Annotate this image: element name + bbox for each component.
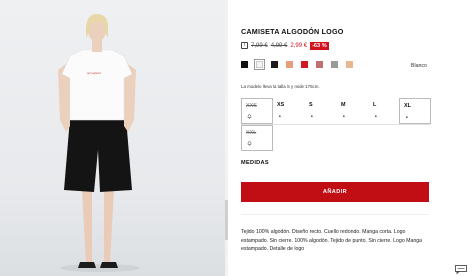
scrollbar-thumb[interactable] bbox=[225, 200, 228, 240]
color-swatch-peach-pattern[interactable] bbox=[346, 61, 353, 68]
selected-color-name: Blanco bbox=[411, 63, 427, 69]
svg-text:springfield: springfield bbox=[87, 71, 101, 75]
size-label: XL bbox=[404, 103, 411, 109]
add-to-cart-button[interactable]: AÑADIR bbox=[241, 182, 429, 202]
previous-price: 4,99 € bbox=[270, 42, 288, 49]
model-size-note: La modelo lleva la talla S y mide 175cm. bbox=[241, 84, 320, 89]
chat-icon[interactable] bbox=[455, 265, 467, 274]
size-label: M bbox=[341, 102, 346, 108]
availability-dot: • bbox=[311, 114, 313, 120]
model-illustration: springfield bbox=[58, 14, 140, 272]
availability-dot: • bbox=[375, 114, 377, 120]
original-price: 7,99 € bbox=[251, 42, 268, 49]
product-photo: springfield bbox=[0, 0, 225, 276]
price-row: i 7,99 € 4,99 € 2,99 € -63 % bbox=[241, 41, 329, 50]
color-swatches bbox=[241, 59, 353, 70]
product-description: Tejido 100% algodón. Diseño recto. Cuell… bbox=[241, 229, 423, 253]
measurements-link[interactable]: MEDIDAS bbox=[241, 160, 269, 166]
size-label: XS bbox=[277, 102, 285, 108]
availability-dot: • bbox=[343, 114, 345, 120]
color-swatch-black-2[interactable] bbox=[271, 61, 278, 68]
divider bbox=[241, 214, 429, 215]
size-label: XXS bbox=[246, 103, 257, 109]
color-swatch-grey[interactable] bbox=[331, 61, 338, 68]
availability-dot: • bbox=[406, 115, 408, 121]
notify-bell-icon bbox=[247, 141, 252, 146]
discount-badge: -63 % bbox=[310, 41, 329, 50]
size-option-xxs[interactable]: XXS bbox=[241, 98, 273, 124]
color-swatch-red[interactable] bbox=[301, 61, 308, 68]
color-swatch-orange-pattern[interactable] bbox=[286, 61, 293, 68]
color-swatch-red-pattern[interactable] bbox=[316, 61, 323, 68]
size-grid-divider bbox=[241, 124, 430, 125]
size-option-xxl[interactable]: XXL bbox=[241, 125, 273, 151]
availability-dot: • bbox=[279, 114, 281, 120]
size-option-m[interactable]: M • bbox=[337, 98, 369, 124]
color-swatch-black[interactable] bbox=[241, 61, 248, 68]
color-swatch-white[interactable] bbox=[254, 59, 265, 70]
info-square-icon[interactable]: i bbox=[241, 42, 248, 49]
sale-price: 2,99 € bbox=[290, 42, 308, 49]
size-label: XXL bbox=[246, 130, 257, 136]
size-option-s[interactable]: S • bbox=[305, 98, 337, 124]
notify-bell-icon bbox=[247, 114, 252, 119]
size-label: L bbox=[373, 102, 377, 108]
size-option-xs[interactable]: XS • bbox=[273, 98, 305, 124]
size-option-l[interactable]: L • bbox=[369, 98, 401, 124]
product-title: CAMISETA ALGODÓN LOGO bbox=[241, 27, 344, 36]
size-option-xl[interactable]: XL • bbox=[399, 98, 431, 124]
size-label: S bbox=[309, 102, 313, 108]
